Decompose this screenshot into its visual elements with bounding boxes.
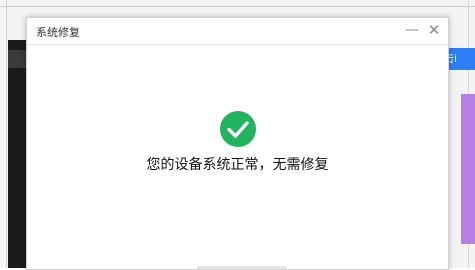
minimize-button[interactable]: —	[402, 20, 422, 40]
close-button[interactable]: ✕	[424, 20, 444, 40]
status-message: 您的设备系统正常，无需修复	[146, 157, 329, 173]
background-border-left	[6, 0, 7, 268]
dialog-title: 系统修复	[36, 26, 80, 39]
dialog-titlebar[interactable]: 系统修复 — ✕	[27, 18, 448, 45]
background-purple-panel	[461, 94, 475, 244]
background-left-tab	[8, 50, 26, 68]
background-left-panel	[8, 40, 26, 268]
system-repair-dialog: 系统修复 — ✕ 您的设备系统正常，无需修复	[26, 17, 449, 270]
background-border-top	[0, 6, 475, 7]
check-circle-icon	[220, 111, 256, 147]
